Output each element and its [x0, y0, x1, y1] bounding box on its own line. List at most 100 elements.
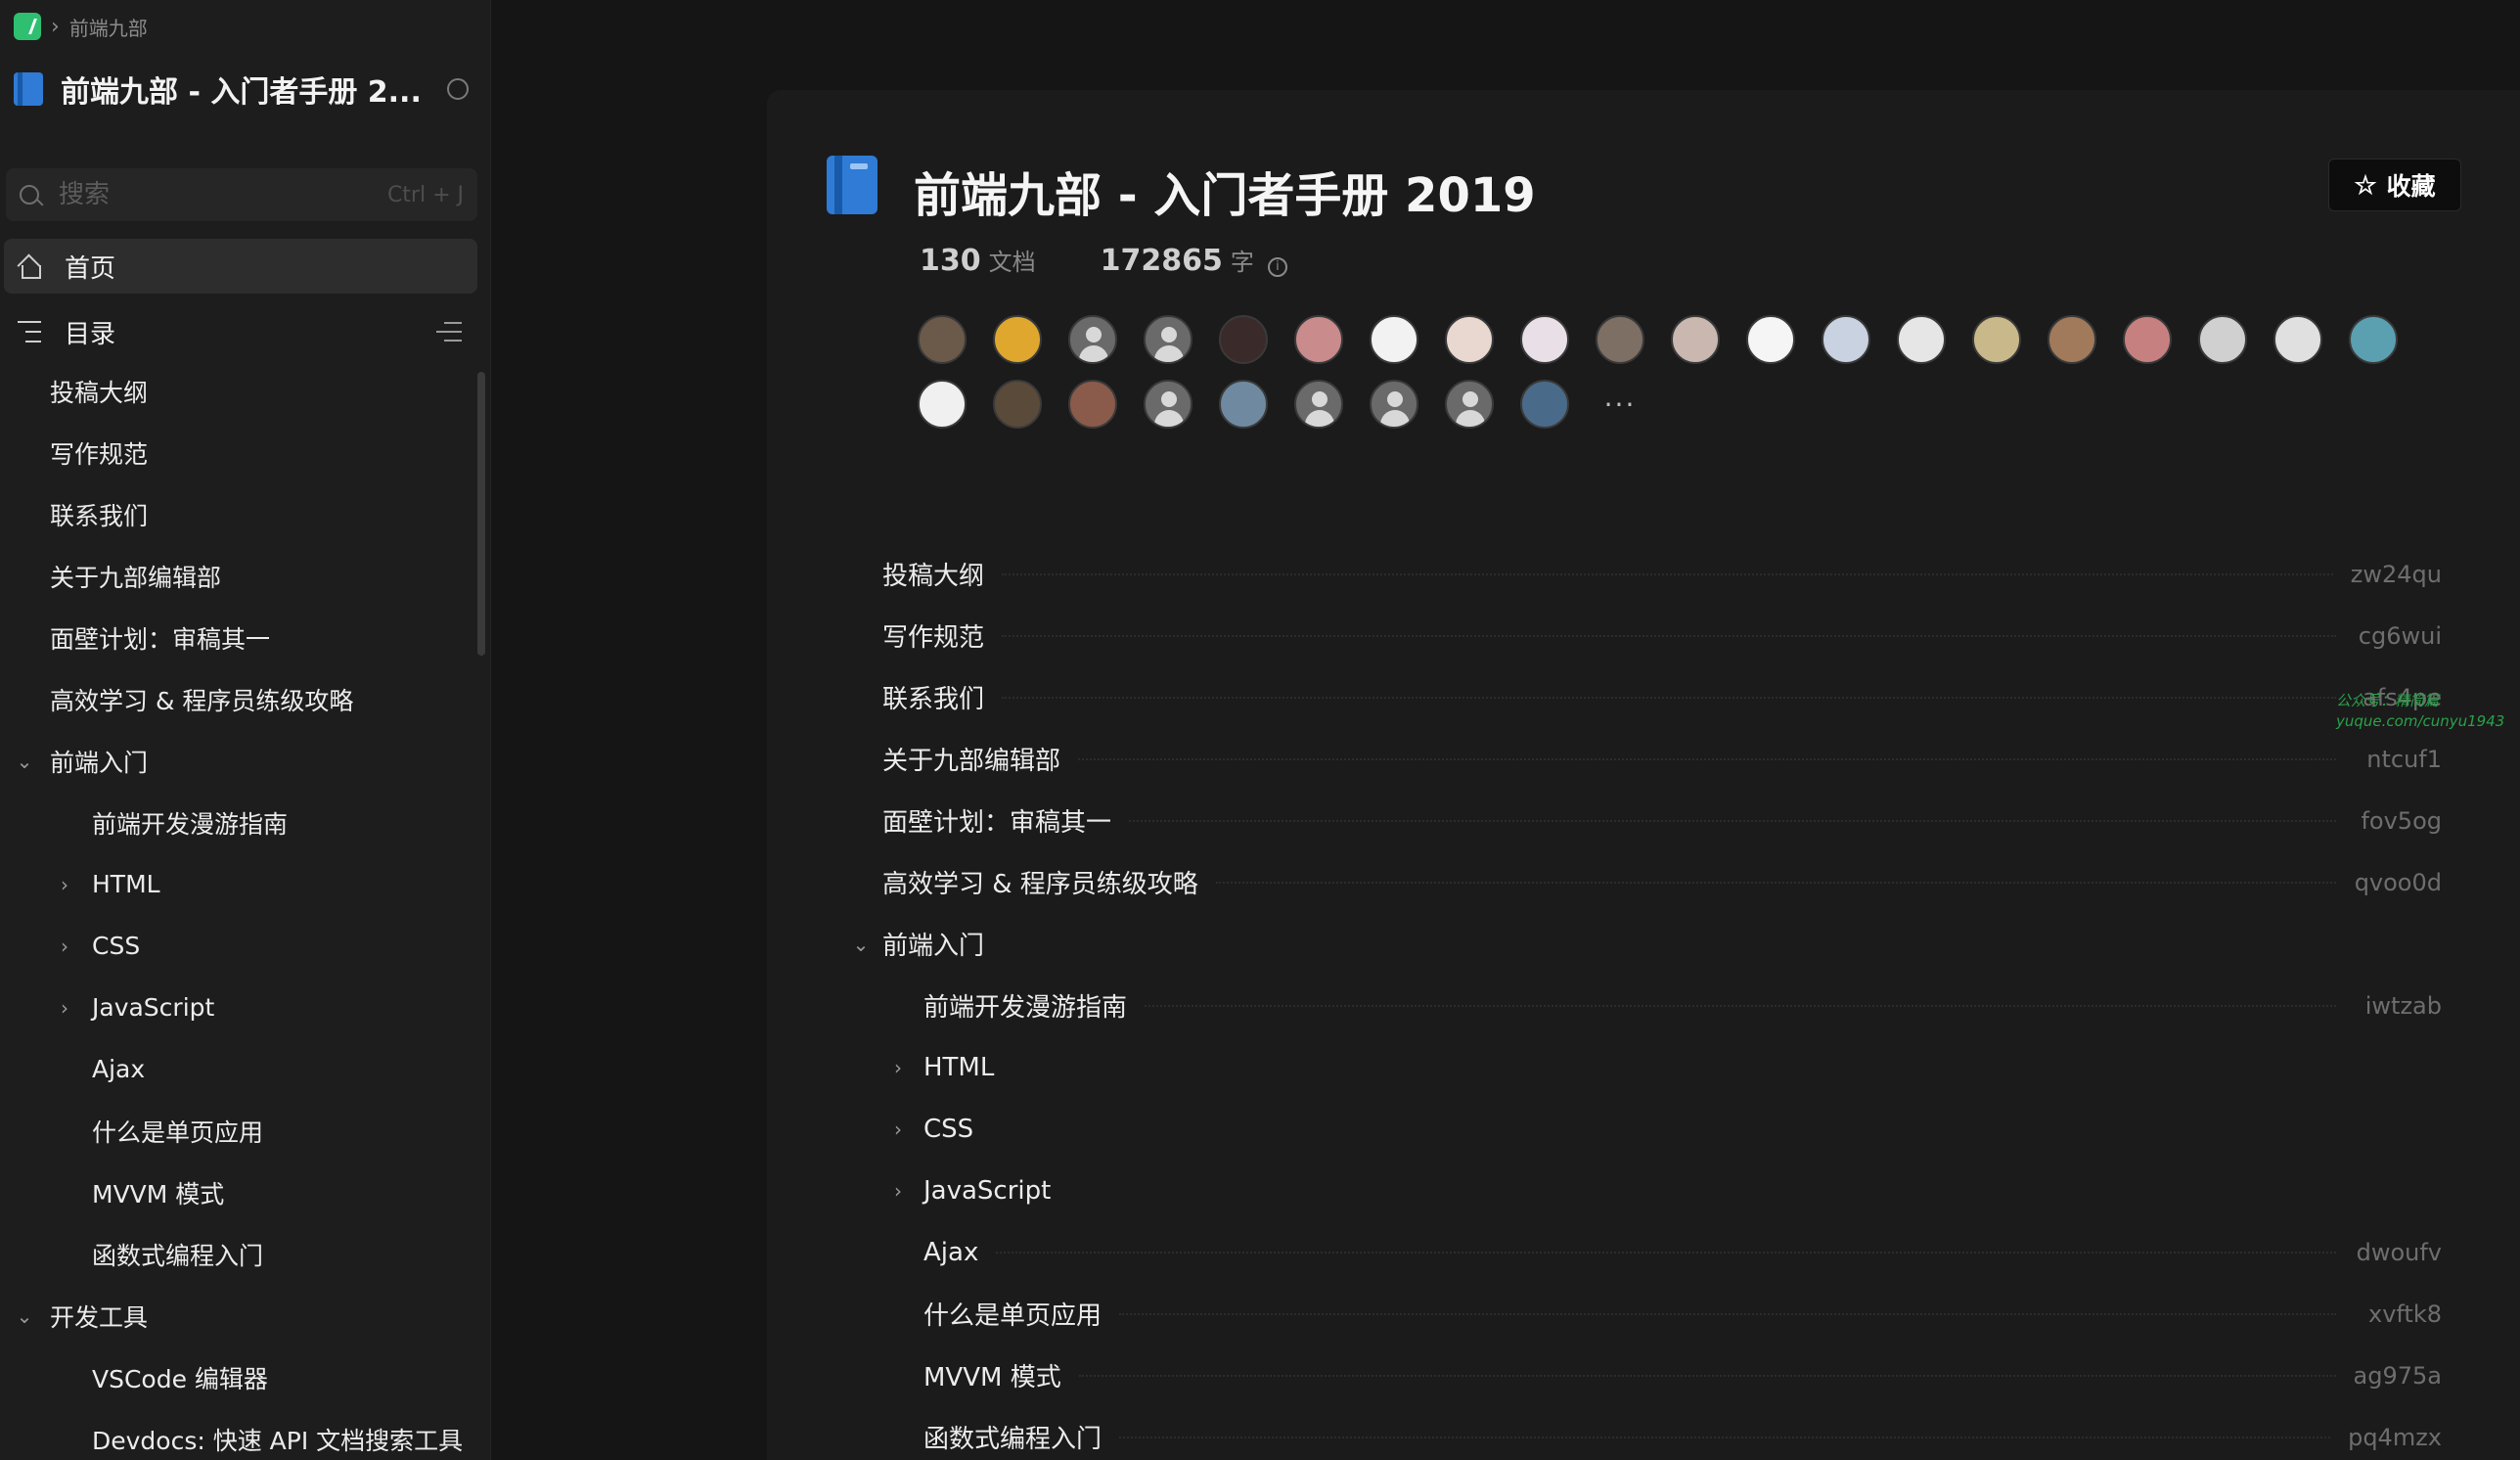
toc-row[interactable]: 联系我们 afs4pe [841, 666, 2442, 728]
avatar[interactable] [1294, 315, 1343, 364]
avatar[interactable] [918, 315, 967, 364]
toc-title[interactable]: 面壁计划：审稿其一 [882, 802, 1111, 839]
avatar[interactable] [1897, 315, 1946, 364]
toc-row[interactable]: Ajax dwoufv [841, 1221, 2442, 1283]
toc-title[interactable]: 什么是单页应用 [923, 1296, 1102, 1332]
toc-title[interactable]: 联系我们 [882, 679, 984, 715]
avatar[interactable] [2349, 315, 2398, 364]
avatar[interactable] [2273, 315, 2322, 364]
avatar[interactable] [1671, 315, 1720, 364]
toc-title[interactable]: 关于九部编辑部 [882, 741, 1060, 777]
sidebar-item[interactable]: 投稿大纲 [0, 360, 479, 422]
settings-icon[interactable] [446, 78, 469, 100]
sidebar-item[interactable]: 面壁计划：审稿其一 [0, 607, 479, 668]
nav-home[interactable]: 首页 [4, 239, 477, 294]
avatar[interactable] [1219, 380, 1268, 429]
info-icon[interactable]: i [1267, 257, 1287, 277]
chevron-right-icon[interactable]: › [884, 1118, 912, 1141]
sidebar-item[interactable]: 高效学习 & 程序员练级攻略 [0, 668, 479, 730]
chevron-down-icon[interactable]: ⌄ [847, 933, 875, 956]
avatar[interactable] [1520, 380, 1569, 429]
sidebar-item[interactable]: 关于九部编辑部 [0, 545, 479, 607]
avatar[interactable] [1445, 380, 1494, 429]
toc-row[interactable]: 什么是单页应用 xvftk8 [841, 1283, 2442, 1345]
sidebar-item[interactable]: 什么是单页应用 [0, 1100, 479, 1162]
avatar[interactable] [1370, 380, 1418, 429]
toc-title[interactable]: 函数式编程入门 [923, 1419, 1102, 1455]
toc-row[interactable]: 写作规范 cg6wui [841, 605, 2442, 666]
avatar[interactable] [1144, 315, 1192, 364]
toc-title[interactable]: CSS [923, 1115, 973, 1144]
toc-title[interactable]: JavaScript [923, 1176, 1051, 1206]
avatar[interactable] [1520, 315, 1569, 364]
avatar[interactable] [1144, 380, 1192, 429]
avatar[interactable] [2123, 315, 2172, 364]
breadcrumb-current[interactable]: 前端九部 [69, 13, 148, 41]
avatar[interactable] [2048, 315, 2096, 364]
app-logo-icon[interactable] [14, 13, 41, 40]
nav-toc[interactable]: 目录 [4, 304, 477, 359]
chevron-down-icon[interactable]: ⌄ [12, 750, 37, 773]
toc-row[interactable]: 关于九部编辑部 ntcuf1 [841, 728, 2442, 790]
toc-title[interactable]: 高效学习 & 程序员练级攻略 [882, 864, 1198, 900]
chevron-down-icon[interactable]: ⌄ [12, 1304, 37, 1328]
sidebar-item[interactable]: Ajax [0, 1038, 479, 1100]
avatar[interactable] [1445, 315, 1494, 364]
toc-title[interactable]: MVVM 模式 [923, 1357, 1061, 1393]
avatar[interactable] [1294, 380, 1343, 429]
toc-collapse-icon[interactable] [436, 322, 462, 342]
sidebar-item[interactable]: 联系我们 [0, 483, 479, 545]
toc-row[interactable]: 投稿大纲 zw24qu [841, 543, 2442, 605]
toc-row[interactable]: 函数式编程入门 pq4mzx [841, 1406, 2442, 1460]
sidebar-item[interactable]: 前端开发漫游指南 [0, 792, 479, 853]
sidebar-item[interactable]: 写作规范 [0, 422, 479, 483]
avatar[interactable] [1822, 315, 1870, 364]
sidebar-item[interactable]: › CSS [0, 915, 479, 977]
toc-title[interactable]: 前端入门 [882, 926, 984, 962]
sidebar-item[interactable]: ⌄ 前端入门 [0, 730, 479, 792]
search-box[interactable]: Ctrl + J [6, 168, 477, 221]
chevron-right-icon[interactable]: › [884, 1179, 912, 1203]
favorite-button[interactable]: ☆ 收藏 [2328, 159, 2461, 211]
toc-title[interactable]: 投稿大纲 [882, 556, 984, 592]
toc-row[interactable]: › HTML [841, 1036, 2442, 1098]
chevron-right-icon[interactable]: › [52, 935, 77, 958]
avatar[interactable] [1596, 315, 1644, 364]
chevron-right-icon[interactable]: › [52, 996, 77, 1020]
sidebar-scrollbar[interactable] [477, 372, 485, 656]
avatar[interactable] [1972, 315, 2021, 364]
toc-icon [18, 321, 41, 342]
sidebar-item[interactable]: › JavaScript [0, 977, 479, 1038]
avatar[interactable] [993, 315, 1042, 364]
sidebar-item[interactable]: Devdocs: 快速 API 文档搜索工具 [0, 1408, 479, 1460]
avatar[interactable] [1219, 315, 1268, 364]
book-title[interactable]: 前端九部 - 入门者手册 2... [61, 68, 422, 111]
toc-row[interactable]: 面壁计划：审稿其一 fov5og [841, 790, 2442, 851]
chevron-right-icon[interactable]: › [884, 1056, 912, 1079]
sidebar-item[interactable]: ⌄ 开发工具 [0, 1285, 479, 1346]
avatar[interactable] [2198, 315, 2247, 364]
avatar[interactable] [1370, 315, 1418, 364]
sidebar-item[interactable]: VSCode 编辑器 [0, 1346, 479, 1408]
avatar[interactable] [1746, 315, 1795, 364]
more-contributors-button[interactable]: ··· [1596, 380, 1644, 429]
avatar[interactable] [918, 380, 967, 429]
avatar[interactable] [1068, 315, 1117, 364]
search-input[interactable] [59, 180, 387, 209]
toc-title[interactable]: Ajax [923, 1238, 978, 1267]
sidebar-item[interactable]: › HTML [0, 853, 479, 915]
toc-row[interactable]: 前端开发漫游指南 iwtzab [841, 975, 2442, 1036]
toc-title[interactable]: 前端开发漫游指南 [923, 987, 1127, 1024]
toc-row[interactable]: › CSS [841, 1098, 2442, 1160]
sidebar-item[interactable]: MVVM 模式 [0, 1162, 479, 1223]
toc-title[interactable]: 写作规范 [882, 617, 984, 654]
chevron-right-icon[interactable]: › [52, 873, 77, 896]
toc-row[interactable]: › JavaScript [841, 1160, 2442, 1221]
toc-row[interactable]: MVVM 模式 ag975a [841, 1345, 2442, 1406]
avatar[interactable] [993, 380, 1042, 429]
sidebar-item[interactable]: 函数式编程入门 [0, 1223, 479, 1285]
toc-row[interactable]: 高效学习 & 程序员练级攻略 qvoo0d [841, 851, 2442, 913]
toc-row[interactable]: ⌄ 前端入门 [841, 913, 2442, 975]
avatar[interactable] [1068, 380, 1117, 429]
toc-title[interactable]: HTML [923, 1053, 994, 1082]
